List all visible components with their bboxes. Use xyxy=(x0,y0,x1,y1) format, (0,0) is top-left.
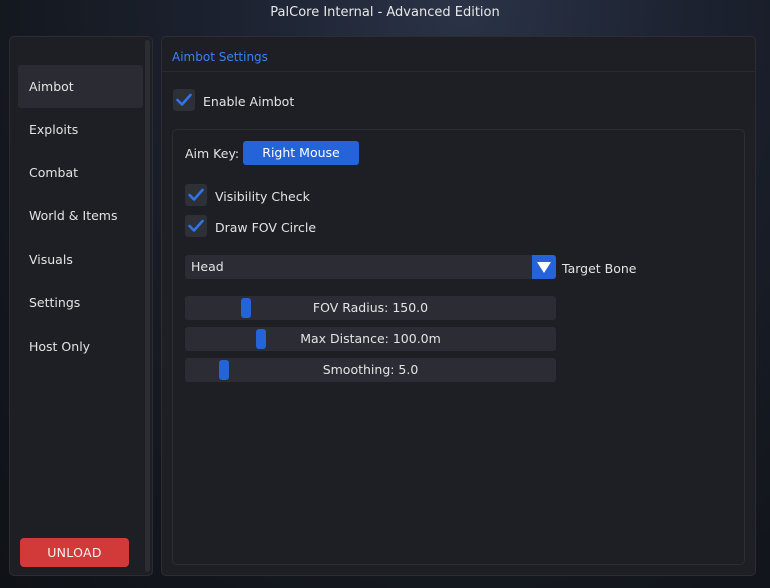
chevron-down-icon xyxy=(537,262,551,273)
target-bone-select[interactable]: Head xyxy=(185,255,556,279)
sidebar-scrollbar[interactable] xyxy=(145,40,150,572)
aimbot-options-group: Aim Key: Right Mouse Visibility Check Dr… xyxy=(172,129,745,565)
aimbot-panel: Aimbot Settings Enable Aimbot Aim Key: R… xyxy=(161,36,756,576)
sidebar-item-combat[interactable]: Combat xyxy=(18,151,143,194)
draw-fov-circle-checkbox[interactable] xyxy=(185,215,207,237)
enable-aimbot-checkbox[interactable] xyxy=(173,89,195,111)
max-distance-slider[interactable]: Max Distance: 100.0m xyxy=(185,327,556,351)
enable-aimbot-label: Enable Aimbot xyxy=(203,94,295,109)
sidebar-item-world-items[interactable]: World & Items xyxy=(18,194,143,237)
draw-fov-circle-label: Draw FOV Circle xyxy=(215,220,317,235)
window-title: PalCore Internal - Advanced Edition xyxy=(270,5,500,20)
sidebar-item-visuals[interactable]: Visuals xyxy=(18,238,143,281)
visibility-check-label: Visibility Check xyxy=(215,189,310,204)
fov-radius-slider[interactable]: FOV Radius: 150.0 xyxy=(185,296,556,320)
dropdown-button[interactable] xyxy=(532,255,556,279)
smoothing-label: Smoothing: 5.0 xyxy=(322,362,419,377)
unload-button[interactable]: UNLOAD xyxy=(20,538,129,567)
sidebar-item-host-only[interactable]: Host Only xyxy=(18,325,143,368)
fov-radius-label: FOV Radius: 150.0 xyxy=(312,300,429,315)
smoothing-slider[interactable]: Smoothing: 5.0 xyxy=(185,358,556,382)
aim-key-button[interactable]: Right Mouse xyxy=(243,141,359,165)
sidebar-item-exploits[interactable]: Exploits xyxy=(18,108,143,151)
max-distance-label: Max Distance: 100.0m xyxy=(300,331,441,346)
check-icon xyxy=(176,93,192,106)
aim-key-label: Aim Key: xyxy=(185,146,240,161)
check-icon xyxy=(188,219,204,232)
section-title: Aimbot Settings xyxy=(172,50,268,64)
visibility-check-checkbox[interactable] xyxy=(185,184,207,206)
section-divider xyxy=(162,71,755,72)
target-bone-label: Target Bone xyxy=(562,261,637,276)
check-icon xyxy=(188,188,204,201)
sidebar: Aimbot Exploits Combat World & Items Vis… xyxy=(9,36,153,576)
target-bone-value: Head xyxy=(191,259,224,274)
sidebar-item-aimbot[interactable]: Aimbot xyxy=(18,65,143,108)
sidebar-item-settings[interactable]: Settings xyxy=(18,281,143,324)
